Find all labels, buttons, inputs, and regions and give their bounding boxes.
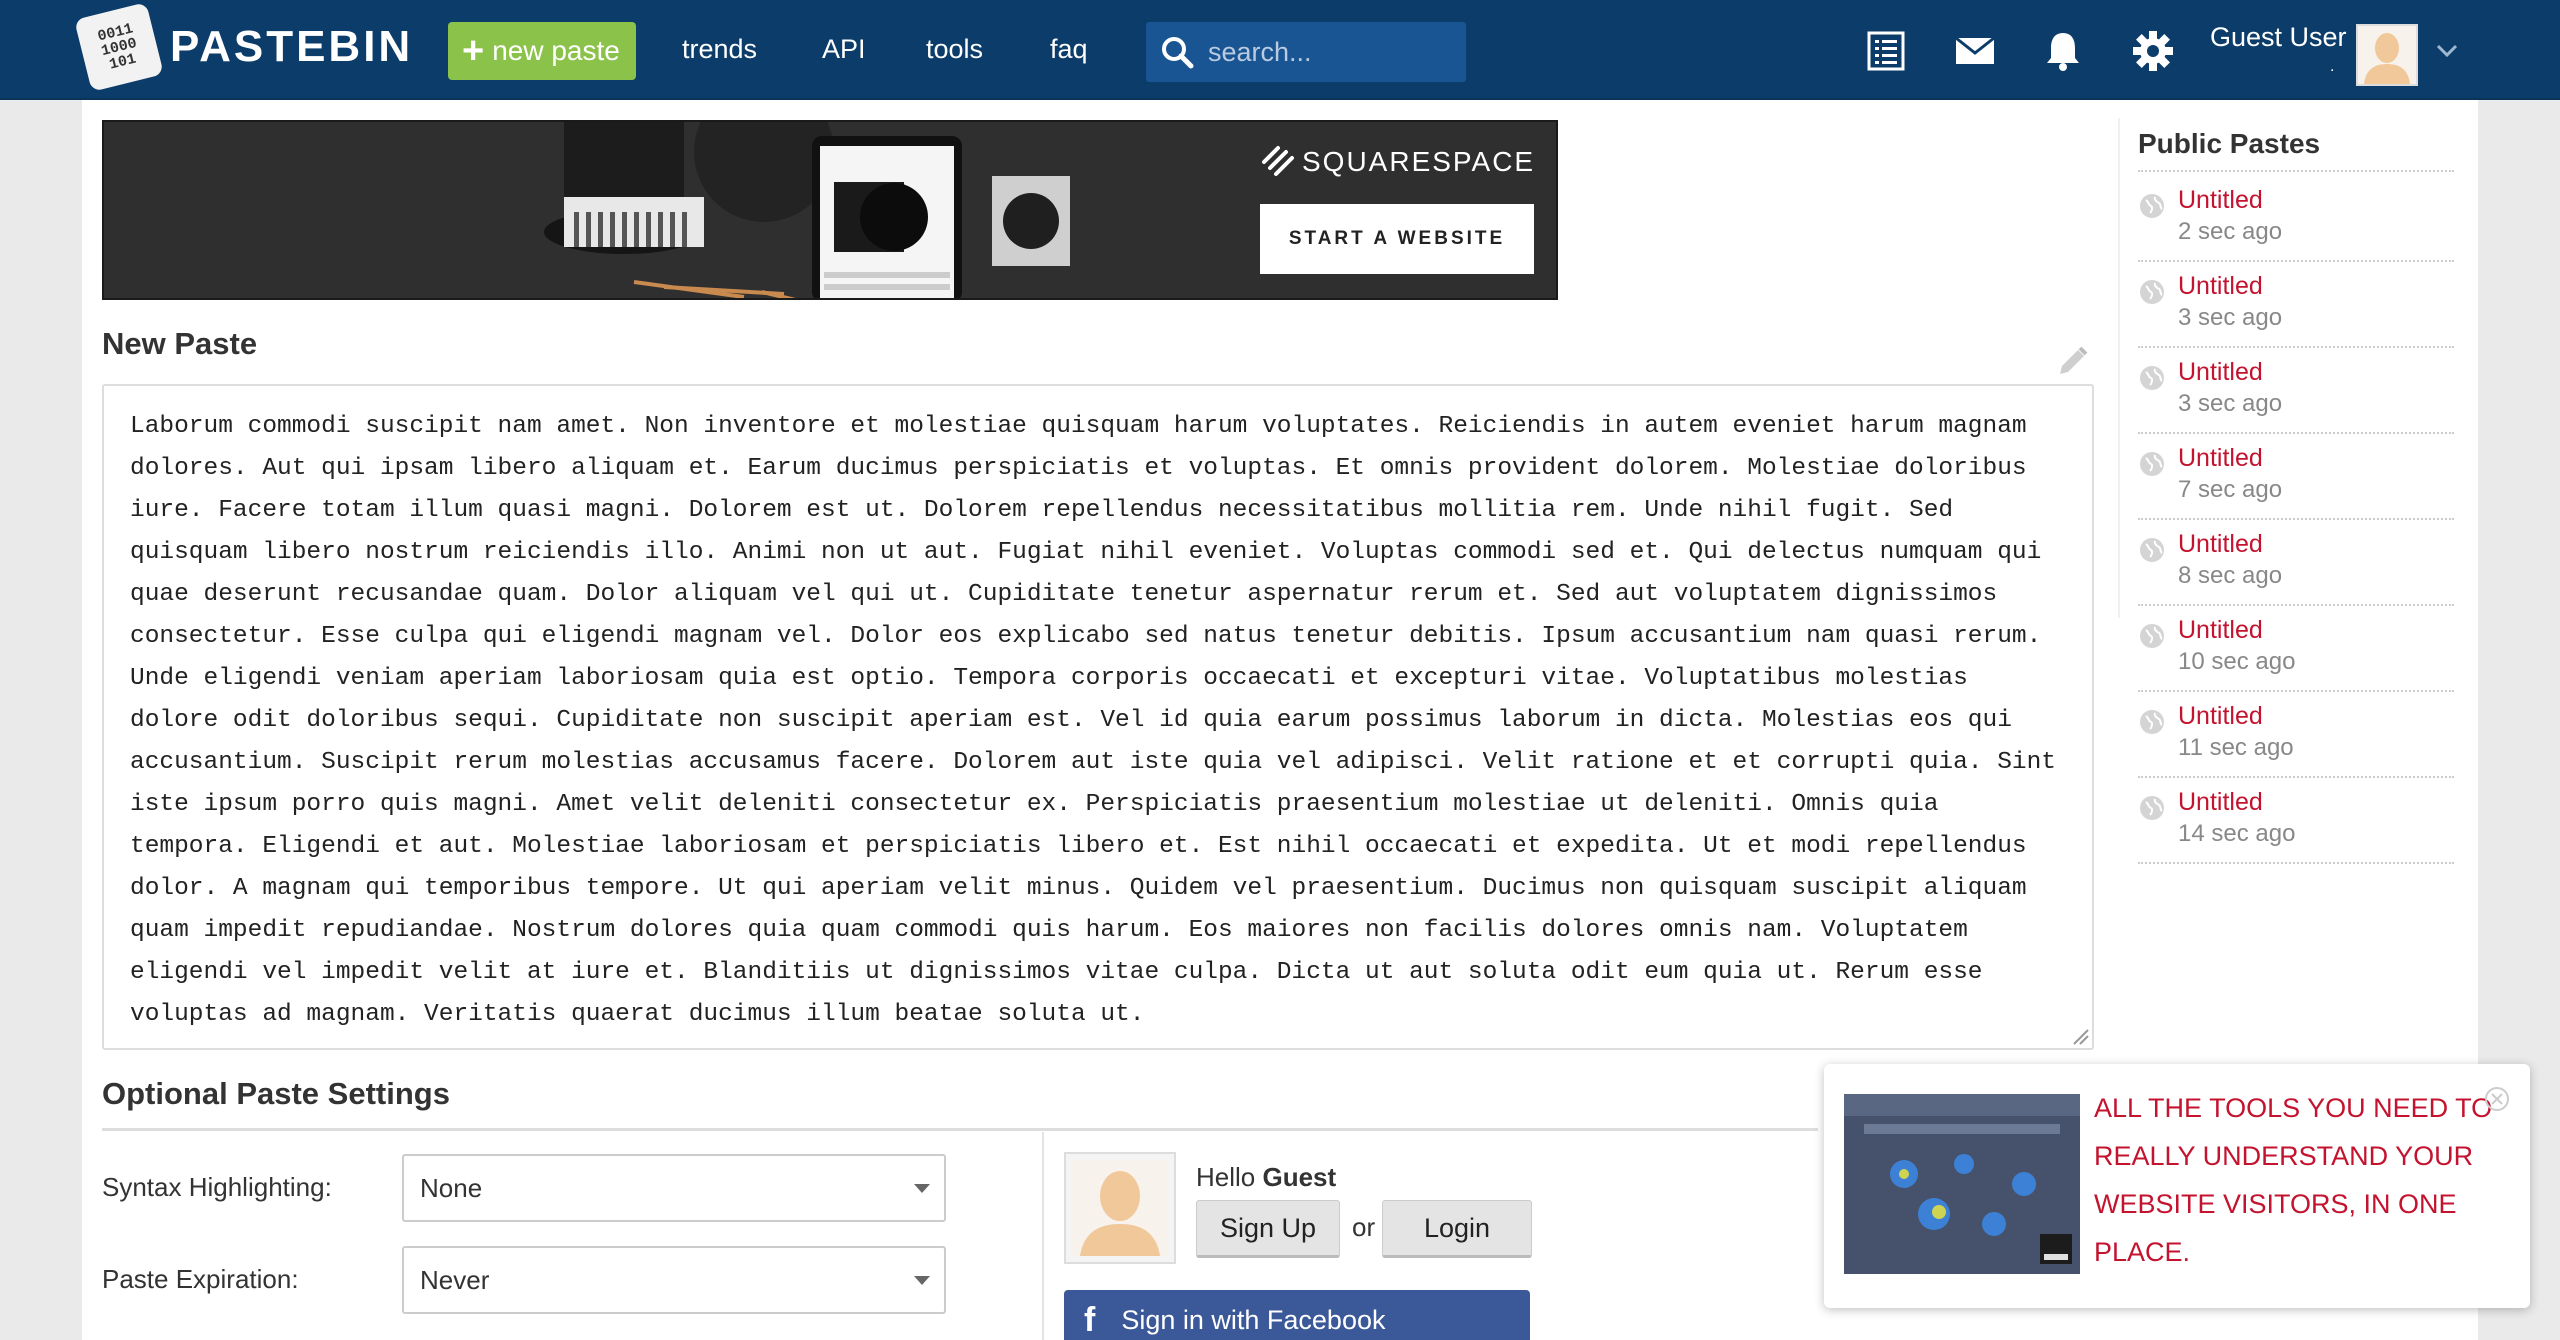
paste-title-link[interactable]: Untitled (2178, 530, 2263, 559)
globe-icon (2138, 192, 2166, 225)
paste-time: 2 sec ago (2178, 218, 2283, 245)
globe-icon (2138, 708, 2166, 741)
nav-faq[interactable]: faq (1050, 34, 1088, 65)
globe-icon (2138, 536, 2166, 569)
user-name[interactable]: Guest User (2210, 22, 2347, 53)
bell-icon[interactable] (2044, 30, 2082, 72)
search-box (1146, 22, 1466, 82)
paste-title-link[interactable]: Untitled (2178, 272, 2263, 301)
facebook-icon: f (1084, 1300, 1096, 1339)
gear-icon[interactable] (2132, 30, 2174, 72)
nav-tools[interactable]: tools (926, 34, 983, 65)
search-icon[interactable] (1160, 35, 1194, 69)
facebook-signin-button[interactable]: f Sign in with Facebook (1064, 1290, 1530, 1340)
login-button[interactable]: Login (1382, 1200, 1532, 1258)
caret-down-icon (914, 1276, 930, 1285)
paste-expiration-select[interactable]: Never (402, 1246, 946, 1314)
user-avatar-icon (2358, 26, 2416, 84)
paste-time: 8 sec ago (2178, 562, 2283, 589)
hello-text: Hello Guest (1196, 1162, 1337, 1192)
sidebar-separator (2138, 170, 2454, 172)
search-input[interactable] (1208, 36, 1458, 68)
paste-textarea[interactable]: Laborum commodi suscipit nam amet. Non i… (102, 384, 2094, 1050)
squarespace-logo-icon (1262, 146, 1294, 176)
popup-ad[interactable]: ALL THE TOOLS YOU NEED TO REALLY UNDERST… (1824, 1064, 2530, 1308)
paste-title-link[interactable]: Untitled (2178, 788, 2263, 817)
paste-expiration-value: Never (420, 1264, 490, 1295)
paste-title-link[interactable]: Untitled (2178, 702, 2263, 731)
sign-up-button[interactable]: Sign Up (1196, 1200, 1340, 1258)
or-text: or (1352, 1212, 1376, 1242)
paste-title-link[interactable]: Untitled (2178, 616, 2263, 645)
sidebar-separator (2138, 260, 2454, 262)
user-subtext: . (2330, 58, 2335, 75)
globe-icon (2138, 794, 2166, 827)
settings-vertical-divider (1042, 1132, 1044, 1340)
globe-icon (2138, 278, 2166, 311)
sidebar-separator (2138, 604, 2454, 606)
paste-time: 14 sec ago (2178, 820, 2296, 847)
globe-icon (2138, 450, 2166, 483)
facebook-signin-label: Sign in with Facebook (1121, 1304, 1386, 1335)
sidebar-separator (2138, 776, 2454, 778)
sidebar-separator (2138, 346, 2454, 348)
logo-text: PASTEBIN (170, 22, 414, 71)
paste-title-link[interactable]: Untitled (2178, 358, 2263, 387)
nav-trends[interactable]: trends (682, 34, 757, 65)
ad-brand-text: SQUARESPACE (1302, 146, 1536, 177)
public-pastes-heading: Public Pastes (2138, 128, 2321, 159)
popup-ad-text: ALL THE TOOLS YOU NEED TO REALLY UNDERST… (2094, 1093, 2493, 1267)
syntax-highlighting-value: None (420, 1172, 483, 1203)
new-paste-heading: New Paste (102, 326, 258, 361)
paste-title-link[interactable]: Untitled (2178, 444, 2263, 473)
paste-time: 10 sec ago (2178, 648, 2296, 675)
resize-handle-icon[interactable] (2072, 1028, 2090, 1046)
sidebar-separator (2138, 690, 2454, 692)
sidebar-separator (2138, 862, 2454, 864)
new-paste-label: new paste (492, 35, 620, 66)
paste-time: 7 sec ago (2178, 476, 2283, 503)
paste-expiration-label: Paste Expiration: (102, 1264, 299, 1294)
sidebar-separator (2138, 518, 2454, 520)
mail-icon[interactable] (1954, 36, 1996, 66)
syntax-highlighting-label: Syntax Highlighting: (102, 1172, 332, 1202)
pencil-icon[interactable] (2054, 344, 2090, 380)
chevron-down-icon[interactable] (2436, 44, 2458, 58)
guest-avatar (1064, 1152, 1176, 1264)
avatar[interactable] (2356, 24, 2418, 86)
start-website-button[interactable]: START A WEBSITE (1260, 204, 1534, 274)
close-icon[interactable] (2484, 1086, 2510, 1112)
nav-api[interactable]: API (822, 34, 866, 65)
paste-time: 3 sec ago (2178, 390, 2283, 417)
sidebar-separator (2138, 432, 2454, 434)
pastebin-logo[interactable]: 0011 1000 101 PASTEBIN (74, 2, 414, 92)
caret-down-icon (914, 1184, 930, 1193)
settings-divider (102, 1128, 1818, 1131)
sidebar-divider (2118, 118, 2120, 618)
paste-time: 3 sec ago (2178, 304, 2283, 331)
logo-icon: 0011 1000 101 (74, 2, 164, 92)
paste-time: 11 sec ago (2178, 734, 2294, 761)
globe-icon (2138, 364, 2166, 397)
top-header: 0011 1000 101 PASTEBIN + new paste trend… (0, 0, 2560, 100)
paste-title-link[interactable]: Untitled (2178, 186, 2263, 215)
new-paste-button[interactable]: + new paste (448, 22, 636, 80)
syntax-highlighting-select[interactable]: None (402, 1154, 946, 1222)
plus-icon: + (462, 30, 485, 72)
user-avatar-icon (1072, 1160, 1168, 1256)
optional-settings-heading: Optional Paste Settings (102, 1076, 450, 1111)
heatmap-ad-image (1844, 1094, 2080, 1274)
list-icon[interactable] (1866, 30, 1906, 72)
globe-icon (2138, 622, 2166, 655)
